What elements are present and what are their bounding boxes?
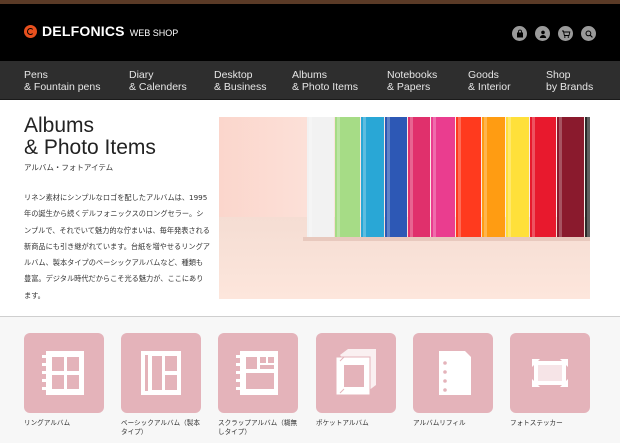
logo-mark-icon [24,24,37,38]
basic-album-icon [141,351,181,395]
album-spine-highlight [309,117,312,237]
site-logo[interactable]: DELFONICS WEB SHOP [24,23,178,39]
album-spine-highlight [363,117,366,237]
album-spine-highlight [433,117,436,237]
category-tile[interactable] [218,333,298,413]
album-spine-highlight [458,117,461,237]
logo-text: DELFONICS [42,23,125,39]
category-pocket-album[interactable]: ポケットアルバム [316,333,396,428]
album-spines [303,117,590,241]
nav-item-goods[interactable]: Goods & Interior [468,69,511,93]
photo-sticker-icon [532,359,568,387]
category-tile[interactable] [121,333,201,413]
page-subtitle: アルバム・フォトアイテム [24,163,114,172]
logo-sub: WEB SHOP [129,27,179,38]
bag-icon[interactable] [512,26,527,41]
nav-item-diary[interactable]: Diary & Calenders [129,69,187,93]
album-spine-highlight [532,117,535,237]
category-label: フォトステッカー [510,419,563,427]
nav-item-pens[interactable]: Pens & Fountain pens [24,69,100,93]
shelf-shadow [303,237,590,241]
category-scrap-album[interactable]: スクラップアルバム（糊無しタイプ） [218,333,298,437]
album-spine-highlight [587,117,590,237]
category-label: ポケットアルバム [316,419,369,427]
album-spine-highlight [337,117,340,237]
user-icon[interactable] [535,26,550,41]
category-label: リングアルバム [24,419,71,427]
category-label: アルバムリフィル [413,419,466,427]
album-spine-highlight [484,117,487,237]
category-photo-sticker[interactable]: フォトステッカー [510,333,590,428]
nav-item-albums[interactable]: Albums & Photo Items [292,69,358,93]
category-basic-album[interactable]: ベーシックアルバム（製本タイプ） [121,333,201,437]
category-tile[interactable] [510,333,590,413]
page-title: Albums & Photo Items [24,114,156,159]
nav-item-desktop[interactable]: Desktop & Business [214,69,267,93]
category-label: スクラップアルバム（糊無しタイプ） [218,419,298,436]
header-icons [512,26,596,41]
nav-item-notebooks[interactable]: Notebooks & Papers [387,69,437,93]
category-album-refill[interactable]: アルバムリフィル [413,333,493,428]
album-spine-highlight [508,117,511,237]
site-header: DELFONICS WEB SHOP [0,4,620,61]
category-tile[interactable] [316,333,396,413]
scrap-album-icon [236,351,278,395]
category-tile[interactable] [24,333,104,413]
album-spine-highlight [559,117,562,237]
cart-icon[interactable] [558,26,573,41]
main-nav: Pens & Fountain pens Diary & Calenders D… [0,61,620,100]
pocket-album-icon [335,349,376,396]
category-label: ベーシックアルバム（製本タイプ） [121,419,200,436]
album-spine-highlight [387,117,390,237]
album-refill-icon [439,351,471,395]
page-description: リネン素材にシンプルなロゴを配したアルバムは、1995年の誕生から続くデルフォニ… [24,193,210,300]
ring-album-icon [42,351,84,395]
nav-item-brands[interactable]: Shop by Brands [546,69,593,93]
search-icon[interactable] [581,26,596,41]
category-ring-album[interactable]: リングアルバム [24,333,104,428]
hero-image [219,117,590,299]
category-tile[interactable] [413,333,493,413]
album-spine-highlight [410,117,413,237]
